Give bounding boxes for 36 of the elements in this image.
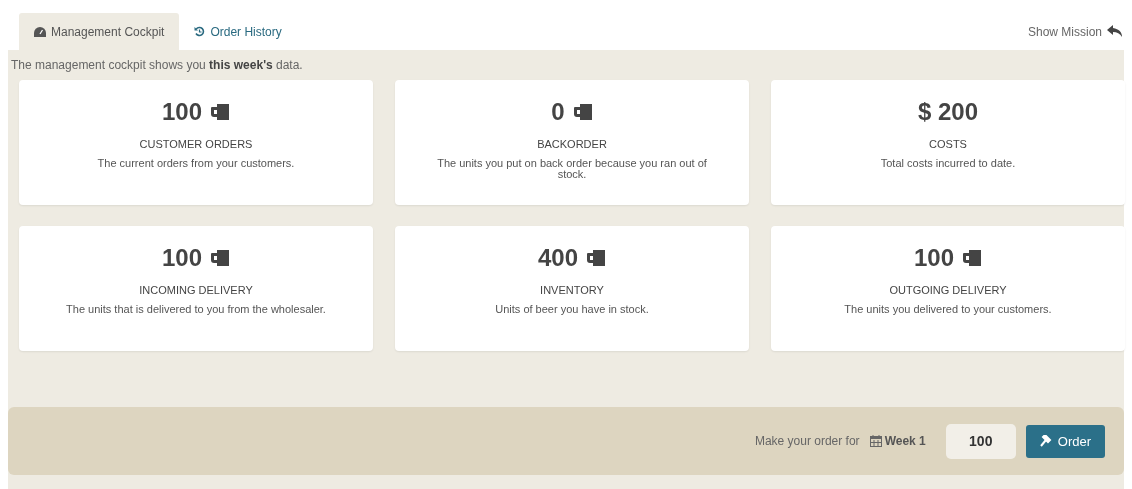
metric-description: Units of beer you have in stock.: [494, 304, 650, 315]
beer-glass-icon: [586, 249, 606, 267]
dashboard-icon: [34, 26, 46, 37]
week-label: Week 1: [884, 434, 926, 448]
metric-title: BACKORDER: [537, 138, 607, 150]
intro-text: The management cockpit shows you this week's data.: [11, 58, 304, 72]
beer-glass-icon: [962, 249, 982, 267]
metric-title: CUSTOMER ORDERS: [139, 138, 253, 150]
order-button[interactable]: Order: [1025, 424, 1105, 458]
metric-description: The units you put on back order because you ran out of stock.: [436, 158, 708, 180]
metric-value: 0: [551, 98, 565, 126]
beer-glass-icon: [572, 103, 593, 121]
metric-title: OUTGOING DELIVERY: [889, 284, 1007, 296]
beer-glass-icon: [210, 103, 230, 121]
metric-description: Total costs incurred to date.: [879, 158, 1017, 169]
quantity-input[interactable]: 100: [945, 423, 1016, 459]
metric-title: COSTS: [929, 138, 967, 150]
calendar-icon: [869, 435, 882, 447]
tab[interactable]: Order History: [179, 13, 297, 50]
metric-value: 100: [161, 244, 202, 272]
history-icon: [194, 26, 206, 37]
metric-value: 100: [161, 98, 202, 126]
show-mission-link[interactable]: Show Mission: [1027, 13, 1124, 50]
reply-arrow-icon: [1107, 25, 1122, 38]
metric-value: 400: [537, 244, 578, 272]
beer-glass-icon: [210, 249, 230, 267]
tab[interactable]: Management Cockpit: [19, 13, 180, 50]
gavel-icon: [1039, 435, 1053, 447]
metric-description: The units you delivered to your customers.: [843, 304, 1053, 315]
metric-title: INCOMING DELIVERY: [139, 284, 253, 296]
order-label: Make your order for: [754, 434, 860, 448]
metric-value: $ 200: [917, 98, 979, 126]
metric-title: INVENTORY: [540, 284, 604, 296]
metric-description: The current orders from your customers.: [96, 158, 296, 169]
metric-description: The units that is delivered to you from the wholesaler.: [65, 304, 327, 315]
metric-value: 100: [913, 244, 954, 272]
